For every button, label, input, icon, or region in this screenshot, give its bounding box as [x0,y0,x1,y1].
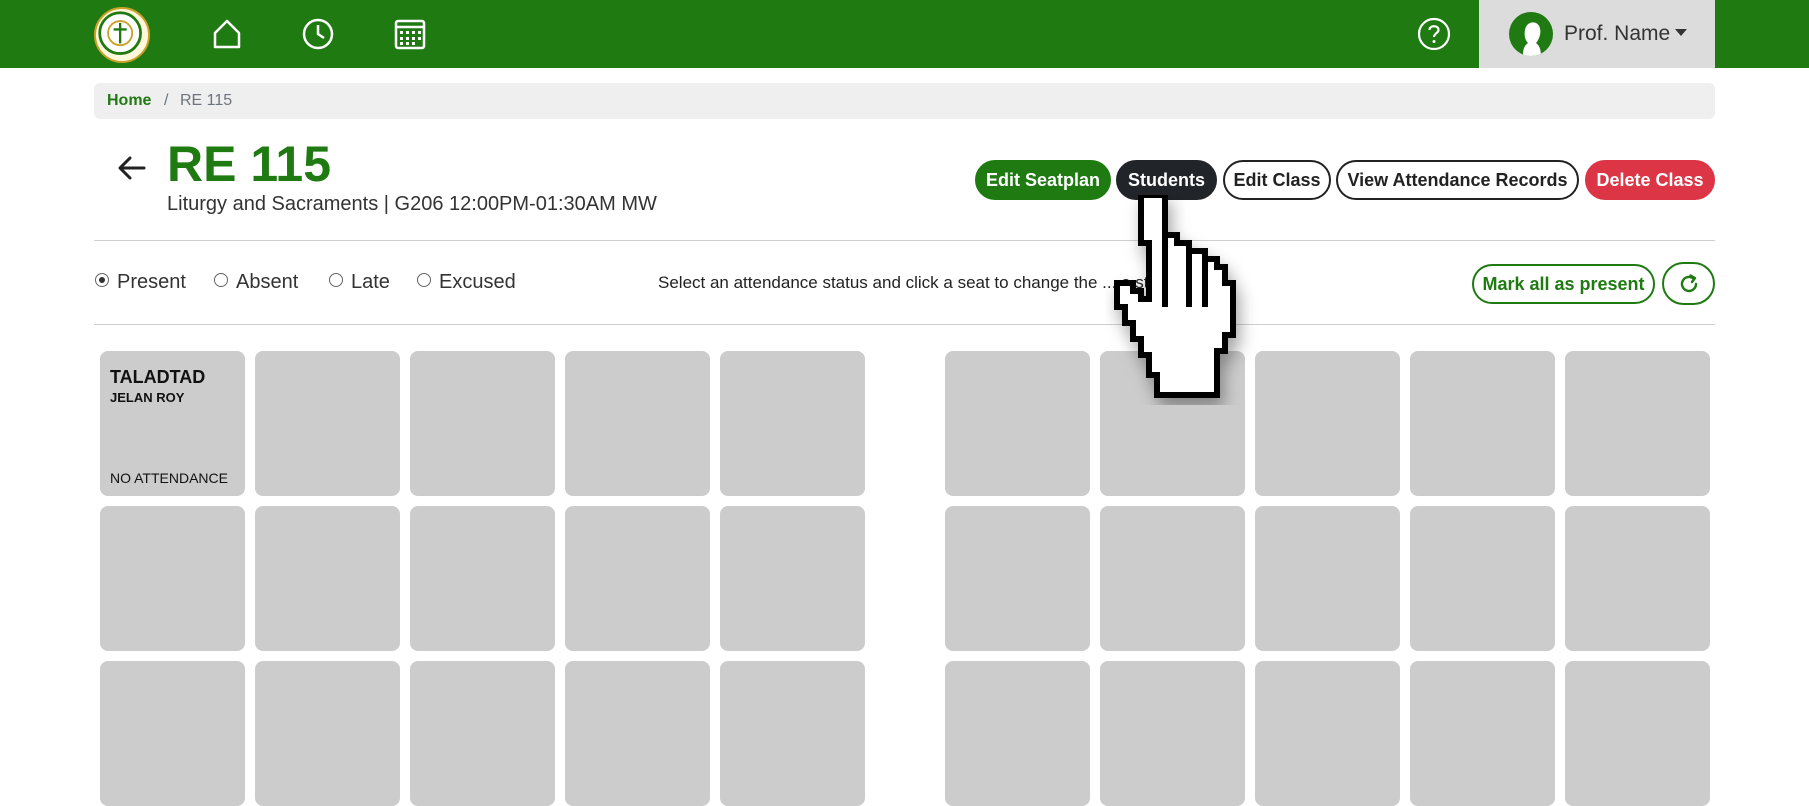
seat-card[interactable] [1100,506,1245,651]
back-arrow-icon[interactable] [112,148,152,188]
profile-menu[interactable]: Prof. Name [1479,0,1715,68]
seat-card[interactable] [720,661,865,806]
divider [94,240,1715,241]
seat-card[interactable] [945,351,1090,496]
student-first-name: JELAN ROY [110,390,185,405]
seat-card[interactable] [1565,351,1710,496]
seal-icon [98,11,142,55]
seat-card[interactable] [410,661,555,806]
refresh-button[interactable] [1662,262,1715,305]
page-title: RE 115 [167,136,332,192]
radio-button[interactable] [417,273,431,287]
delete-class-button[interactable]: Delete Class [1585,160,1715,200]
instructions-text: Select an attendance status and click a … [658,273,1186,292]
seat-card[interactable] [100,661,245,806]
breadcrumb-separator: / [164,92,169,109]
seat-card[interactable] [1565,661,1710,806]
student-last-name: TALADTAD [110,367,206,387]
edit-seatplan-button[interactable]: Edit Seatplan [975,160,1111,200]
school-logo[interactable] [94,7,150,63]
seat-card[interactable] [1410,351,1555,496]
seat-card[interactable] [565,661,710,806]
top-navbar: Prof. Name [0,0,1809,68]
status-label: Absent [236,271,299,293]
status-label: Late [351,271,390,293]
radio-button[interactable] [95,273,109,287]
seat-card[interactable] [1100,351,1245,496]
breadcrumb-home-link[interactable]: Home [107,92,151,110]
seat-card[interactable] [1410,661,1555,806]
view-attendance-records-button[interactable]: View Attendance Records [1336,160,1579,200]
seat-card[interactable] [720,351,865,496]
clock-icon[interactable] [298,14,338,54]
calendar-icon[interactable] [390,14,430,54]
status-label: Excused [439,271,516,293]
seat-card[interactable] [945,661,1090,806]
edit-class-button[interactable]: Edit Class [1223,160,1331,200]
seat-card[interactable] [100,506,245,651]
seat-card[interactable] [410,351,555,496]
mark-all-present-button[interactable]: Mark all as present [1472,264,1655,304]
seat-card[interactable] [1565,506,1710,651]
profile-name: Prof. Name [1564,22,1671,45]
refresh-icon [1680,274,1698,293]
seat-card[interactable] [1410,506,1555,651]
breadcrumb-current: RE 115 [180,92,233,109]
question-circle-icon[interactable] [1416,16,1452,52]
seat-card[interactable] [255,661,400,806]
seat-card[interactable] [255,351,400,496]
radio-button[interactable] [214,273,228,287]
seat-card[interactable] [1255,506,1400,651]
students-button[interactable]: Students [1116,160,1217,200]
seat-card[interactable] [1255,351,1400,496]
radio-button[interactable] [329,273,343,287]
seat-card[interactable] [720,506,865,651]
seat-card[interactable] [255,506,400,651]
chevron-down-icon [1675,29,1687,36]
seat-card[interactable] [565,351,710,496]
seat-card[interactable] [945,506,1090,651]
seat-card[interactable] [565,506,710,651]
seat-card[interactable] [1100,661,1245,806]
status-label: Present [117,271,186,293]
seat-card[interactable]: TALADTAD JELAN ROY NO ATTENDANCE [100,351,245,496]
seat-card[interactable] [410,506,555,651]
user-silhouette-icon [1509,12,1553,56]
class-subtitle: Liturgy and Sacraments | G206 12:00PM-01… [167,193,657,215]
breadcrumb: Home / RE 115 [94,83,1715,119]
home-icon[interactable] [207,14,247,54]
seat-card[interactable] [1255,661,1400,806]
attendance-status: NO ATTENDANCE [110,470,228,486]
divider [94,324,1715,325]
